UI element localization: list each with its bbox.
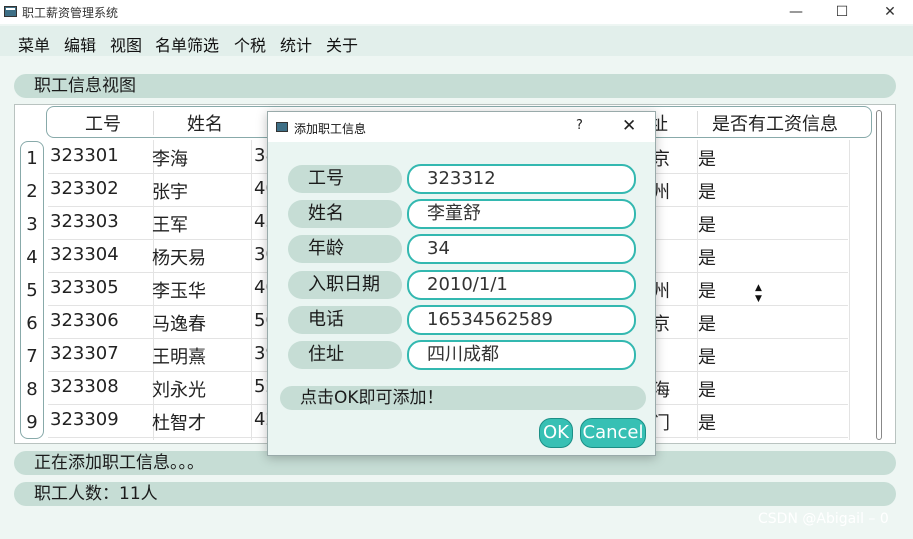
cell-id: 323308 — [50, 376, 119, 397]
field-label-phone: 电话 — [288, 306, 402, 334]
menu-item-edit[interactable]: 编辑 — [64, 32, 96, 56]
menu-bar: 菜单 编辑 视图 名单筛选 个税 统计 关于 — [0, 26, 913, 56]
name-input[interactable]: 李童舒 — [407, 199, 636, 229]
cell-name: 李玉华 — [152, 281, 206, 302]
header-name[interactable]: 姓名 — [187, 110, 223, 136]
cell-id: 323307 — [50, 343, 119, 364]
row-number[interactable]: 3 — [21, 214, 43, 235]
cell-has-salary: 是 — [698, 281, 716, 302]
cell-has-salary: 是 — [698, 215, 716, 236]
cell-has-salary: 是 — [698, 182, 716, 203]
menu-item-stats[interactable]: 统计 — [280, 32, 312, 56]
cell-has-salary: 是 — [698, 413, 716, 434]
hire-date-input[interactable]: 2010/1/1 ▲ ▼ — [407, 270, 762, 304]
cell-id: 323301 — [50, 145, 119, 166]
cell-name: 王军 — [152, 215, 188, 236]
cell-name: 王明熹 — [152, 347, 206, 368]
row-number[interactable]: 4 — [21, 247, 43, 268]
cell-name: 张宇 — [152, 182, 188, 203]
id-input[interactable]: 323312 — [407, 164, 636, 194]
cell-id: 323304 — [50, 244, 119, 265]
cell-name: 马逸春 — [152, 314, 206, 335]
spin-down-icon[interactable]: ▼ — [755, 286, 762, 312]
cell-id: 323303 — [50, 211, 119, 232]
cell-has-salary: 是 — [698, 380, 716, 401]
field-label-address: 住址 — [288, 341, 402, 369]
menu-item-filter[interactable]: 名单筛选 — [155, 32, 219, 56]
vertical-scrollbar[interactable] — [876, 110, 886, 440]
dialog-titlebar: 添加职工信息 ? ✕ — [268, 112, 655, 142]
header-separator — [153, 111, 154, 135]
watermark: CSDN @Abigail – 0 — [758, 511, 889, 527]
cell-id: 323306 — [50, 310, 119, 331]
field-label-age: 年龄 — [288, 235, 402, 263]
row-number[interactable]: 1 — [21, 148, 43, 169]
address-input[interactable]: 四川成都 — [407, 340, 636, 370]
view-title: 职工信息视图 — [14, 74, 896, 98]
cell-name: 刘永光 — [152, 380, 206, 401]
cell-id: 323309 — [50, 409, 119, 430]
header-separator — [697, 111, 698, 135]
cell-id: 323305 — [50, 277, 119, 298]
cell-has-salary: 是 — [698, 347, 716, 368]
column-divider — [849, 140, 850, 440]
cell-has-salary: 是 — [698, 149, 716, 170]
hire-date-value: 2010/1/1 — [427, 274, 508, 295]
dialog-close-button[interactable]: ✕ — [622, 116, 636, 136]
menu-item-view[interactable]: 视图 — [110, 32, 142, 56]
row-number[interactable]: 6 — [21, 313, 43, 334]
employee-count: 职工人数：11人 — [14, 482, 896, 506]
window-titlebar: 职工薪资管理系统 — ☐ ✕ — [0, 0, 913, 24]
header-has-salary[interactable]: 是否有工资信息 — [712, 110, 838, 136]
menu-item-tax[interactable]: 个税 — [234, 32, 266, 56]
window-title: 职工薪资管理系统 — [22, 6, 119, 20]
cell-id: 323302 — [50, 178, 119, 199]
field-label-id: 工号 — [288, 165, 402, 193]
add-employee-dialog: 添加职工信息 ? ✕ 工号 323312 姓名 李童舒 年龄 34 入职日期 2… — [267, 111, 762, 456]
date-spinner[interactable]: ▲ ▼ — [753, 275, 769, 304]
row-number[interactable]: 8 — [21, 379, 43, 400]
field-label-name: 姓名 — [288, 200, 402, 228]
cell-has-salary: 是 — [698, 314, 716, 335]
cancel-button[interactable]: Cancel — [580, 418, 646, 448]
app-icon — [276, 122, 288, 132]
age-input[interactable]: 34 — [407, 234, 636, 264]
phone-input[interactable]: 16534562589 — [407, 305, 636, 335]
maximize-button[interactable]: ☐ — [826, 2, 858, 22]
menu-item-menu[interactable]: 菜单 — [18, 32, 50, 56]
ok-button[interactable]: OK — [539, 418, 573, 448]
cell-has-salary: 是 — [698, 248, 716, 269]
row-header: 1 2 3 4 5 6 7 8 9 — [20, 141, 44, 439]
close-button[interactable]: ✕ — [874, 2, 906, 22]
menu-item-about[interactable]: 关于 — [326, 32, 358, 56]
header-id[interactable]: 工号 — [85, 110, 121, 136]
row-number[interactable]: 5 — [21, 280, 43, 301]
scrollbar-track[interactable] — [876, 110, 882, 440]
row-number[interactable]: 9 — [21, 412, 43, 433]
cell-name: 李海 — [152, 149, 188, 170]
row-number[interactable]: 2 — [21, 181, 43, 202]
help-button[interactable]: ? — [576, 118, 583, 133]
cell-name: 杜智才 — [152, 413, 206, 434]
app-icon — [4, 6, 17, 17]
field-label-hire-date: 入职日期 — [288, 271, 402, 299]
minimize-button[interactable]: — — [780, 2, 812, 22]
hint-text: 点击OK即可添加！ — [280, 386, 646, 410]
cell-name: 杨天易 — [152, 248, 206, 269]
row-number[interactable]: 7 — [21, 346, 43, 367]
dialog-title: 添加职工信息 — [294, 122, 367, 136]
